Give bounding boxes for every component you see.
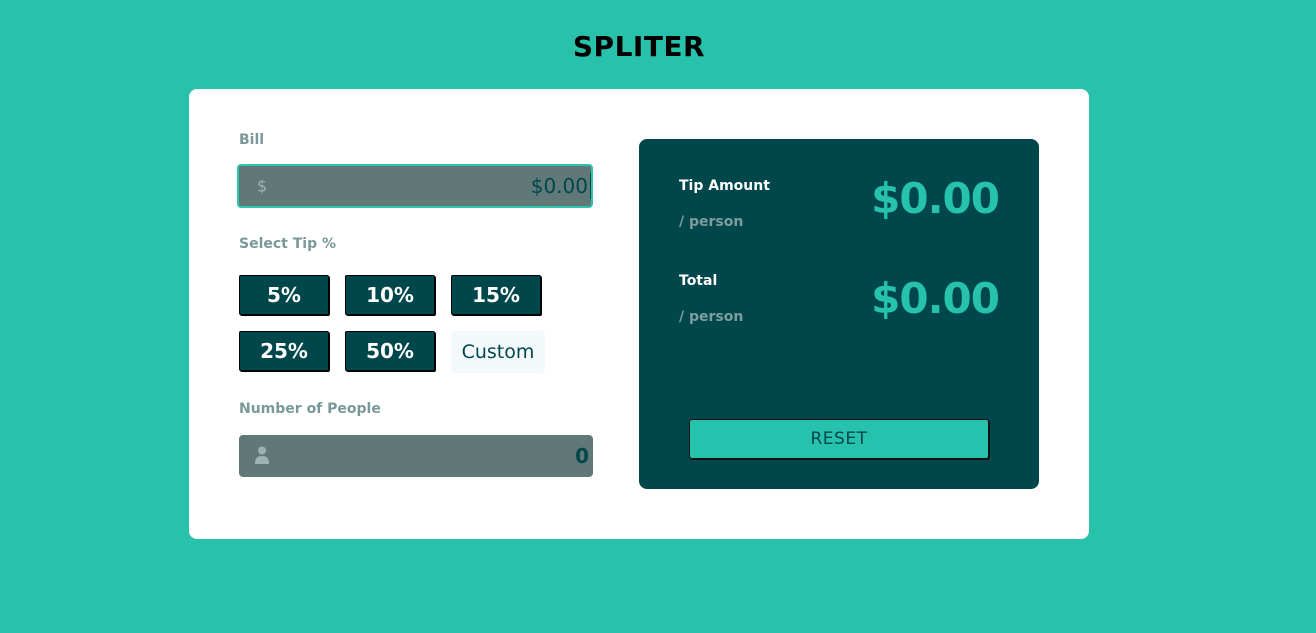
page-title: SPLITER (572, 30, 706, 63)
people-label: Number of People (239, 401, 381, 417)
reset-button[interactable]: RESET (689, 419, 989, 459)
tip-button-50[interactable]: 50% (345, 331, 435, 371)
tip-button-25[interactable]: 25% (239, 331, 329, 371)
total-per-person: / person (679, 309, 744, 325)
tip-button-10[interactable]: 10% (345, 275, 435, 315)
bill-input[interactable]: $ $0.00 (237, 164, 593, 208)
bill-label: Bill (239, 132, 265, 148)
person-icon (255, 446, 269, 464)
total-label: Total (679, 273, 718, 289)
tip-amount-value: $0.00 (871, 174, 1000, 223)
total-value: $0.00 (871, 274, 1000, 323)
people-value: 0 (575, 444, 589, 468)
select-tip-label: Select Tip % (239, 236, 337, 252)
tip-amount-per-person: / person (679, 214, 744, 230)
people-input[interactable]: 0 (239, 435, 593, 477)
bill-value: $0.00 (531, 173, 591, 199)
tip-button-15[interactable]: 15% (451, 275, 541, 315)
tip-amount-label: Tip Amount (679, 178, 770, 194)
tip-button-5[interactable]: 5% (239, 275, 329, 315)
dollar-icon: $ (257, 176, 268, 196)
custom-tip-input[interactable]: Custom (451, 331, 545, 373)
